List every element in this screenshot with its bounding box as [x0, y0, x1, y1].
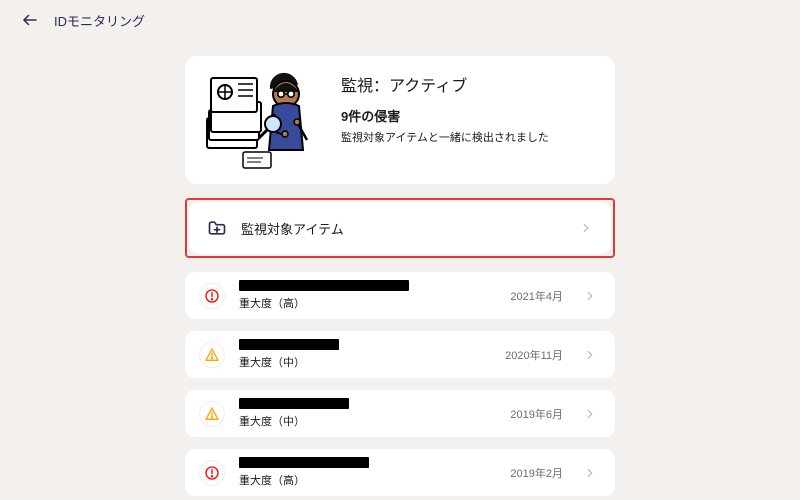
breach-row[interactable]: 重大度（中） 2020年11月: [185, 331, 615, 378]
breach-main: 重大度（中）: [239, 339, 491, 370]
alert-circle-icon: [199, 283, 225, 309]
breach-list: 重大度（高） 2021年4月 重大度（中） 2020年11月 重大度（中）: [185, 272, 615, 496]
investigator-illustration: [203, 70, 323, 170]
content-column: 監視：アクティブ 9件の侵害 監視対象アイテムと一緒に検出されました 監視対象ア…: [185, 56, 615, 496]
redacted-title: [239, 398, 349, 409]
chevron-right-icon: [579, 221, 593, 235]
back-button[interactable]: [20, 10, 40, 30]
folder-plus-icon: [207, 218, 227, 238]
breach-date: 2019年6月: [510, 406, 563, 422]
breach-date: 2019年2月: [510, 465, 563, 481]
status-text: 監視：アクティブ 9件の侵害 監視対象アイテムと一緒に検出されました: [341, 70, 597, 145]
chevron-right-icon: [583, 348, 597, 362]
redacted-title: [239, 339, 339, 350]
severity-label: 重大度（高）: [239, 472, 496, 488]
alert-triangle-icon: [199, 342, 225, 368]
alert-circle-icon: [199, 460, 225, 486]
severity-label: 重大度（中）: [239, 413, 496, 429]
breach-date: 2020年11月: [505, 347, 563, 363]
redacted-title: [239, 457, 369, 468]
page-title: IDモニタリング: [54, 11, 145, 30]
monitored-items-button[interactable]: 監視対象アイテム: [189, 202, 611, 254]
severity-label: 重大度（中）: [239, 354, 491, 370]
chevron-right-icon: [583, 466, 597, 480]
chevron-right-icon: [583, 289, 597, 303]
monitored-items-row-highlighted: 監視対象アイテム: [185, 198, 615, 258]
severity-label: 重大度（高）: [239, 295, 496, 311]
breach-main: 重大度（高）: [239, 457, 496, 488]
monitored-items-label: 監視対象アイテム: [241, 219, 565, 238]
status-heading: 監視：アクティブ: [341, 72, 597, 96]
redacted-title: [239, 280, 409, 291]
breach-row[interactable]: 重大度（高） 2019年2月: [185, 449, 615, 496]
breach-row[interactable]: 重大度（中） 2019年6月: [185, 390, 615, 437]
chevron-right-icon: [583, 407, 597, 421]
status-breach-count: 9件の侵害: [341, 106, 597, 125]
breach-date: 2021年4月: [510, 288, 563, 304]
status-desc: 監視対象アイテムと一緒に検出されました: [341, 129, 597, 145]
alert-triangle-icon: [199, 401, 225, 427]
breach-row[interactable]: 重大度（高） 2021年4月: [185, 272, 615, 319]
breach-main: 重大度（中）: [239, 398, 496, 429]
breach-main: 重大度（高）: [239, 280, 496, 311]
arrow-left-icon: [21, 11, 39, 29]
monitoring-status-card: 監視：アクティブ 9件の侵害 監視対象アイテムと一緒に検出されました: [185, 56, 615, 184]
header-bar: IDモニタリング: [0, 0, 800, 36]
